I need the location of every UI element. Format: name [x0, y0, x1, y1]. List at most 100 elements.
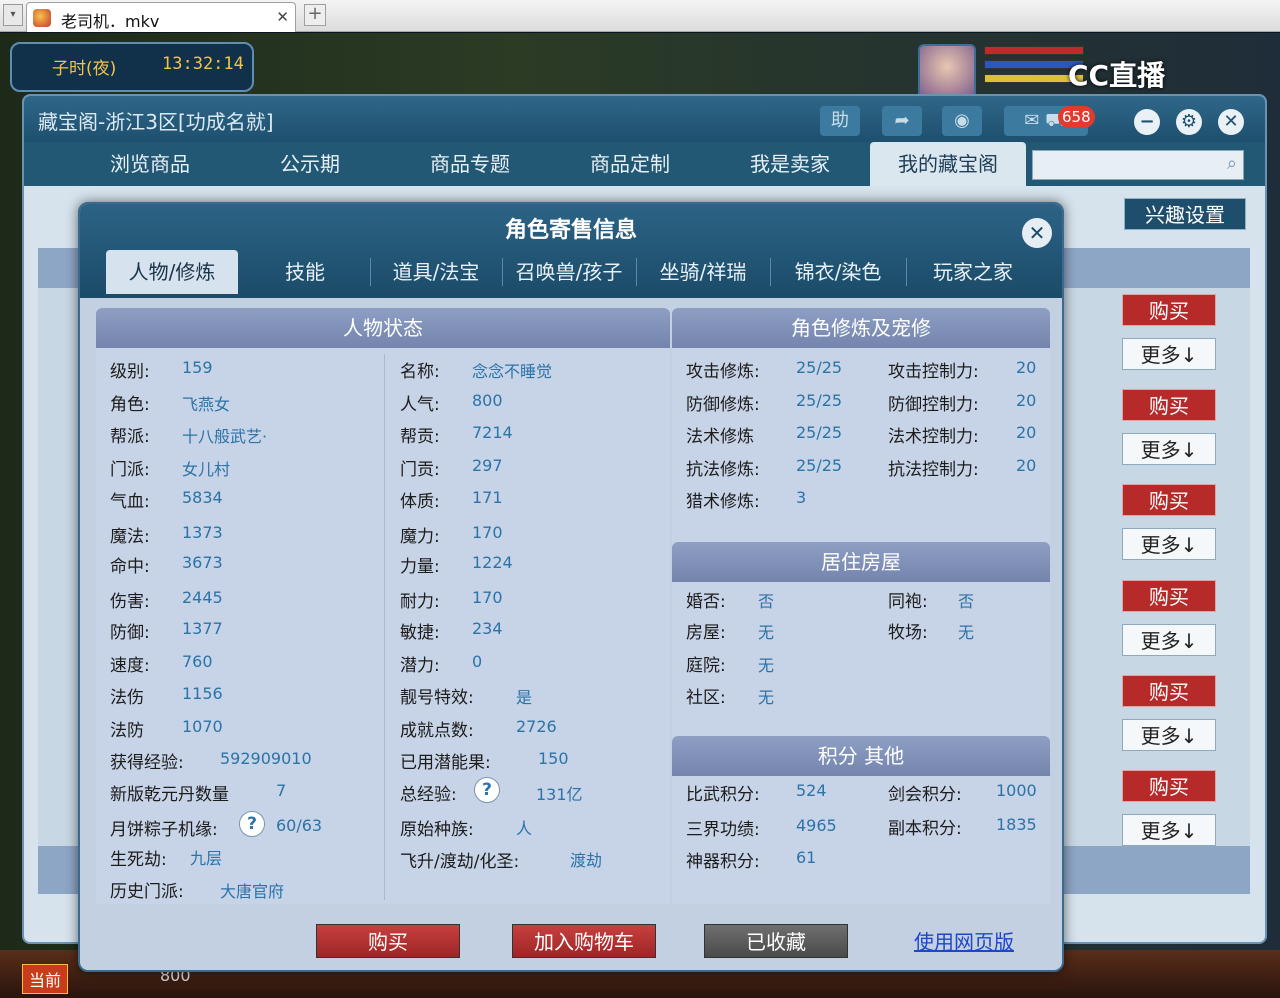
- buy-button[interactable]: 购买: [316, 924, 460, 958]
- status-label: 生死劫:: [110, 850, 167, 870]
- status-label: 魔力:: [400, 527, 440, 547]
- row-more-button[interactable]: 更多↓: [1122, 814, 1216, 846]
- row-buy-button[interactable]: 购买: [1122, 675, 1216, 707]
- modal-title: 角色寄售信息: [504, 218, 637, 243]
- status-value: 592909010: [220, 749, 312, 768]
- use-web-version-link[interactable]: 使用网页版: [914, 926, 1014, 955]
- housing-header: 居住房屋: [672, 542, 1050, 582]
- help-button[interactable]: 助: [820, 106, 860, 136]
- notification-badge: 658: [1058, 106, 1095, 128]
- row-buy-button[interactable]: 购买: [1122, 389, 1216, 421]
- row-buy-button[interactable]: 购买: [1122, 294, 1216, 326]
- cultivation-value: 3: [796, 488, 807, 507]
- status-value: 念念不睡觉: [472, 362, 553, 381]
- shop-titlebar: 藏宝阁-浙江3区[功成名就] 助 ➦ ◉ ✉ ⛟ 658 − ⚙ ✕: [24, 96, 1265, 142]
- nav-browse[interactable]: 浏览商品: [70, 142, 230, 186]
- housing-label: 婚否:: [686, 592, 726, 612]
- status-label: 月饼粽子机缘:: [110, 820, 218, 840]
- listing-row-actions: 购买 更多↓: [1122, 389, 1218, 465]
- row-buy-button[interactable]: 购买: [1122, 770, 1216, 802]
- tab-items[interactable]: 道具/法宝: [370, 250, 502, 294]
- shop-nav: 浏览商品 公示期 商品专题 商品定制 我是卖家 我的藏宝阁 ⌕: [24, 142, 1265, 186]
- status-label: 靓号特效:: [400, 688, 474, 708]
- points-label: 比武积分:: [686, 785, 760, 805]
- clock-time: 13:32:14: [162, 54, 244, 74]
- nav-my-pavilion[interactable]: 我的藏宝阁: [870, 142, 1026, 186]
- status-label: 伤害:: [110, 592, 150, 612]
- control-label: 攻击控制力:: [888, 362, 979, 382]
- minimize-icon[interactable]: −: [1134, 109, 1160, 135]
- row-more-button[interactable]: 更多↓: [1122, 624, 1216, 656]
- listing-row-actions: 购买 更多↓: [1122, 294, 1218, 370]
- nav-seller[interactable]: 我是卖家: [710, 142, 870, 186]
- cultivation-label: 抗法修炼:: [686, 460, 760, 480]
- listing-row-actions: 购买 更多↓: [1122, 770, 1218, 846]
- nav-custom[interactable]: 商品定制: [550, 142, 710, 186]
- cultivation-label: 攻击修炼:: [686, 362, 760, 382]
- status-value: 297: [472, 456, 503, 475]
- status-label: 魔法:: [110, 527, 150, 547]
- nav-topics[interactable]: 商品专题: [390, 142, 550, 186]
- tab-character-cultivation[interactable]: 人物/修炼: [106, 250, 238, 294]
- modal-close-icon[interactable]: ✕: [1022, 218, 1052, 248]
- points-value: 4965: [796, 816, 837, 835]
- collected-button[interactable]: 已收藏: [704, 924, 848, 958]
- listing-row-actions: 购买 更多↓: [1122, 484, 1218, 560]
- time-of-day: 子时(夜): [52, 59, 117, 79]
- nav-publicity[interactable]: 公示期: [230, 142, 390, 186]
- points-label: 神器积分:: [686, 852, 760, 872]
- player-tab-bar: ▾ 老司机．mkv ✕ +: [0, 0, 1280, 32]
- tab-mounts[interactable]: 坐骑/祥瑞: [636, 250, 770, 294]
- row-buy-button[interactable]: 购买: [1122, 484, 1216, 516]
- cultivation-value: 25/25: [796, 456, 843, 475]
- housing-value: 无: [958, 623, 975, 642]
- status-label: 新版乾元丹数量: [110, 785, 229, 805]
- housing-label: 房屋:: [686, 623, 726, 643]
- row-more-button[interactable]: 更多↓: [1122, 338, 1216, 370]
- cultivation-label: 防御修炼:: [686, 395, 760, 415]
- player-hud: CC直播: [918, 40, 1280, 100]
- tab-player-home[interactable]: 玩家之家: [906, 250, 1040, 294]
- help-question-icon[interactable]: ?: [239, 811, 265, 837]
- control-value: 20: [1016, 423, 1037, 442]
- control-value: 20: [1016, 391, 1037, 410]
- player-menu-button[interactable]: ▾: [3, 4, 23, 26]
- share-icon[interactable]: ➦: [882, 106, 922, 136]
- settings-icon[interactable]: ⚙: [1176, 109, 1202, 135]
- search-input[interactable]: ⌕: [1032, 150, 1244, 180]
- record-icon[interactable]: ◉: [942, 106, 982, 136]
- status-label: 成就点数:: [400, 721, 474, 741]
- row-buy-button[interactable]: 购买: [1122, 580, 1216, 612]
- chat-channel-tab[interactable]: 当前: [22, 964, 69, 994]
- status-value: 3673: [182, 553, 223, 572]
- status-value: 十八般武艺·: [182, 427, 268, 446]
- control-value: 20: [1016, 358, 1037, 377]
- points-value: 1000: [996, 781, 1037, 800]
- listing-row-actions: 购买 更多↓: [1122, 675, 1218, 751]
- file-tab[interactable]: 老司机．mkv ✕: [26, 2, 296, 32]
- new-tab-button[interactable]: +: [304, 4, 326, 26]
- status-value: 171: [472, 488, 503, 507]
- tab-summons[interactable]: 召唤兽/孩子: [502, 250, 636, 294]
- close-window-icon[interactable]: ✕: [1218, 109, 1244, 135]
- character-portrait[interactable]: [918, 44, 976, 100]
- help-question-icon[interactable]: ?: [474, 777, 500, 803]
- tab-outfits[interactable]: 锦衣/染色: [770, 250, 906, 294]
- status-value: 是: [516, 688, 533, 707]
- status-label: 名称:: [400, 362, 440, 382]
- status-value: 234: [472, 619, 503, 638]
- row-more-button[interactable]: 更多↓: [1122, 433, 1216, 465]
- status-label: 敏捷:: [400, 623, 440, 643]
- close-tab-icon[interactable]: ✕: [276, 8, 289, 26]
- status-value: 2726: [516, 717, 557, 736]
- search-icon[interactable]: ⌕: [1227, 153, 1237, 174]
- status-value: 159: [182, 358, 213, 377]
- interest-settings-button[interactable]: 兴趣设置: [1124, 198, 1246, 230]
- tab-skills[interactable]: 技能: [240, 250, 370, 294]
- status-value: 131亿: [536, 785, 583, 804]
- add-to-cart-button[interactable]: 加入购物车: [512, 924, 656, 958]
- row-more-button[interactable]: 更多↓: [1122, 528, 1216, 560]
- status-value: 1070: [182, 717, 223, 736]
- row-more-button[interactable]: 更多↓: [1122, 719, 1216, 751]
- status-value: 1373: [182, 523, 223, 542]
